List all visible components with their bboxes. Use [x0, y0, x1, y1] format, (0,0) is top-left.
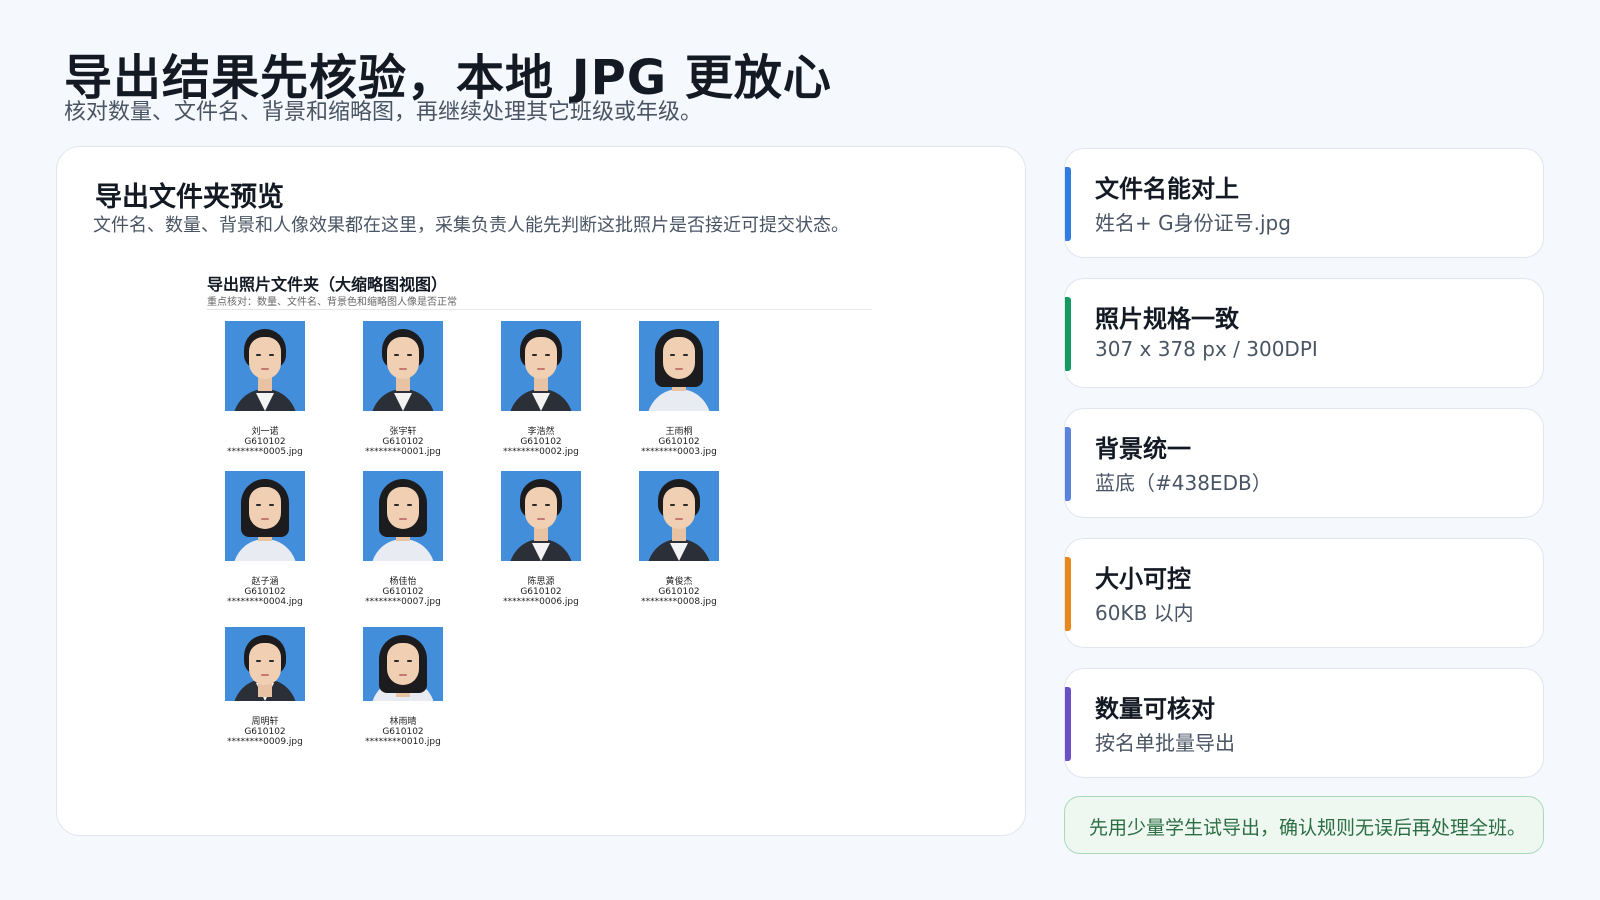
- thumbnail-filename: ********0001.jpg: [365, 447, 441, 457]
- thumbnail-filename: ********0005.jpg: [227, 447, 303, 457]
- thumbnail-filename: ********0002.jpg: [503, 447, 579, 457]
- card-value: 307 x 378 px / 300DPI: [1095, 337, 1318, 361]
- card-title: 文件名能对上: [1095, 175, 1239, 203]
- export-folder-view: 导出照片文件夹（大缩略图视图） 重点核对：数量、文件名、背景色和缩略图人像是否正…: [207, 271, 872, 791]
- thumbnail-name: 黄俊杰: [665, 577, 693, 587]
- card-title: 数量可核对: [1095, 695, 1215, 723]
- tip-callout: 先用少量学生试导出，确认规则无误后再处理全班。: [1064, 796, 1544, 854]
- thumbnail-class: G610102: [382, 587, 424, 597]
- photo-thumbnail[interactable]: 张宇轩 G610102 ********0001.jpg: [353, 321, 453, 457]
- card-accent-bar: [1065, 297, 1071, 371]
- card-value: 蓝底（#438EDB）: [1095, 471, 1272, 495]
- photo-thumbnail[interactable]: 赵子涵 G610102 ********0004.jpg: [215, 471, 315, 607]
- portrait-photo: [225, 627, 305, 701]
- portrait-photo: [501, 471, 581, 561]
- photo-thumbnail[interactable]: 黄俊杰 G610102 ********0008.jpg: [629, 471, 729, 607]
- portrait-photo: [363, 471, 443, 561]
- preview-title: 导出文件夹预览: [95, 182, 284, 213]
- photo-thumbnail[interactable]: 王雨桐 G610102 ********0003.jpg: [629, 321, 729, 457]
- card-accent-bar: [1065, 427, 1071, 501]
- thumbnail-class: G610102: [658, 587, 700, 597]
- check-card-count: 数量可核对 按名单批量导出: [1064, 668, 1544, 778]
- thumbnail-class: G610102: [382, 727, 424, 737]
- thumbnail-class: G610102: [382, 437, 424, 447]
- thumbnail-class: G610102: [244, 437, 286, 447]
- check-card-filename: 文件名能对上 姓名+ G身份证号.jpg: [1064, 148, 1544, 258]
- portrait-photo: [363, 627, 443, 701]
- preview-description: 文件名、数量、背景和人像效果都在这里，采集负责人能先判断这批照片是否接近可提交状…: [93, 215, 849, 236]
- thumbnail-name: 李浩然: [527, 427, 555, 437]
- card-title: 照片规格一致: [1095, 305, 1239, 333]
- card-value: 按名单批量导出: [1095, 731, 1235, 755]
- card-title: 背景统一: [1095, 435, 1191, 463]
- thumbnail-name: 陈思源: [527, 577, 555, 587]
- thumbnail-filename: ********0008.jpg: [641, 597, 717, 607]
- photo-thumbnail[interactable]: 刘一诺 G610102 ********0005.jpg: [215, 321, 315, 457]
- folder-subtitle: 重点核对：数量、文件名、背景色和缩略图人像是否正常: [207, 297, 457, 308]
- card-value: 60KB 以内: [1095, 601, 1194, 625]
- thumbnail-name: 赵子涵: [251, 577, 279, 587]
- thumbnail-filename: ********0007.jpg: [365, 597, 441, 607]
- card-accent-bar: [1065, 167, 1071, 241]
- portrait-photo: [639, 321, 719, 411]
- folder-title: 导出照片文件夹（大缩略图视图）: [207, 275, 448, 294]
- thumbnail-class: G610102: [244, 727, 286, 737]
- thumbnail-name: 林雨晴: [389, 717, 417, 727]
- page-subtitle: 核对数量、文件名、背景和缩略图，再继续处理其它班级或年级。: [64, 100, 703, 125]
- portrait-photo: [363, 321, 443, 411]
- thumbnail-class: G610102: [520, 437, 562, 447]
- thumbnail-class: G610102: [658, 437, 700, 447]
- portrait-photo: [225, 471, 305, 561]
- thumbnail-filename: ********0006.jpg: [503, 597, 579, 607]
- thumbnail-filename: ********0009.jpg: [227, 737, 303, 747]
- card-accent-bar: [1065, 557, 1071, 631]
- portrait-photo: [225, 321, 305, 411]
- tip-text: 先用少量学生试导出，确认规则无误后再处理全班。: [1089, 817, 1527, 839]
- photo-thumbnail[interactable]: 林雨晴 G610102 ********0010.jpg: [353, 627, 453, 747]
- photo-thumbnail[interactable]: 李浩然 G610102 ********0002.jpg: [491, 321, 591, 457]
- card-accent-bar: [1065, 687, 1071, 761]
- photo-thumbnail[interactable]: 陈思源 G610102 ********0006.jpg: [491, 471, 591, 607]
- check-card-spec: 照片规格一致 307 x 378 px / 300DPI: [1064, 278, 1544, 388]
- photo-thumbnail[interactable]: 杨佳怡 G610102 ********0007.jpg: [353, 471, 453, 607]
- portrait-photo: [639, 471, 719, 561]
- check-card-size: 大小可控 60KB 以内: [1064, 538, 1544, 648]
- thumbnail-name: 王雨桐: [665, 427, 693, 437]
- thumbnail-name: 刘一诺: [251, 427, 279, 437]
- folder-divider: [207, 309, 872, 310]
- thumbnail-name: 周明轩: [251, 717, 279, 727]
- card-value: 姓名+ G身份证号.jpg: [1095, 211, 1291, 235]
- thumbnail-filename: ********0010.jpg: [365, 737, 441, 747]
- check-card-background: 背景统一 蓝底（#438EDB）: [1064, 408, 1544, 518]
- thumbnail-class: G610102: [244, 587, 286, 597]
- card-title: 大小可控: [1095, 565, 1191, 593]
- thumbnail-name: 张宇轩: [389, 427, 417, 437]
- thumbnail-name: 杨佳怡: [389, 577, 417, 587]
- thumbnail-filename: ********0004.jpg: [227, 597, 303, 607]
- portrait-photo: [501, 321, 581, 411]
- thumbnail-class: G610102: [520, 587, 562, 597]
- thumbnail-filename: ********0003.jpg: [641, 447, 717, 457]
- photo-thumbnail[interactable]: 周明轩 G610102 ********0009.jpg: [215, 627, 315, 747]
- preview-card: 导出文件夹预览 文件名、数量、背景和人像效果都在这里，采集负责人能先判断这批照片…: [56, 146, 1026, 836]
